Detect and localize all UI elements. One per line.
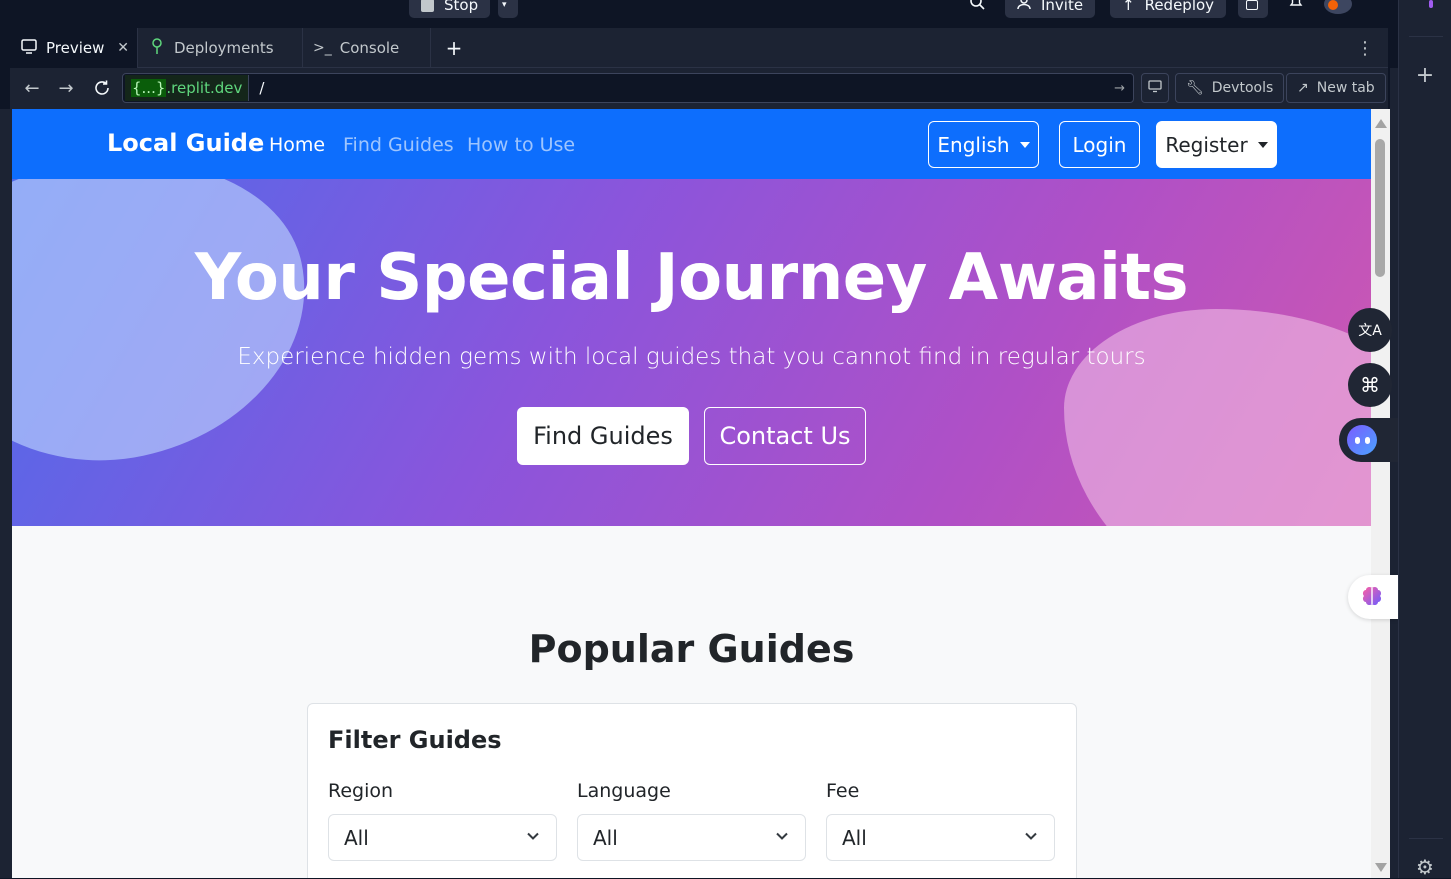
site-brand[interactable]: Local Guide bbox=[107, 129, 264, 157]
assistant-face-icon bbox=[1347, 425, 1377, 455]
right-gutter: + ⚙ bbox=[1398, 0, 1451, 879]
fee-label: Fee bbox=[826, 780, 860, 802]
tab-console[interactable]: >_ Console bbox=[303, 28, 431, 68]
stop-icon bbox=[421, 0, 434, 12]
nav-find-guides[interactable]: Find Guides bbox=[343, 134, 454, 156]
scroll-up-icon[interactable] bbox=[1375, 119, 1387, 128]
add-pane-icon[interactable]: + bbox=[1413, 63, 1437, 88]
device-toggle-button[interactable] bbox=[1141, 73, 1169, 103]
tab-label: Preview bbox=[46, 39, 105, 57]
hero-subtitle: Experience hidden gems with local guides… bbox=[237, 344, 1146, 370]
divider bbox=[1409, 36, 1443, 37]
url-path: / bbox=[259, 79, 265, 97]
divider bbox=[1409, 838, 1443, 839]
reload-icon[interactable] bbox=[90, 76, 114, 100]
register-dropdown[interactable]: Register bbox=[1156, 121, 1277, 168]
scroll-thumb[interactable] bbox=[1375, 139, 1385, 277]
url-host: {...} .replit.dev bbox=[125, 75, 250, 101]
caret-down-icon bbox=[1257, 141, 1268, 148]
language-dropdown[interactable]: English bbox=[928, 121, 1039, 168]
redeploy-button[interactable]: ↑ Redeploy bbox=[1110, 0, 1227, 18]
preview-toolbar: ← → {...} .replit.dev / → 🔧︎ Devtools ↗ N… bbox=[10, 68, 1388, 109]
tab-label: Deployments bbox=[174, 39, 274, 57]
decorative-blob bbox=[12, 179, 334, 497]
nav-how-to-use[interactable]: How to Use bbox=[467, 134, 575, 156]
preview-scrollbar[interactable] bbox=[1371, 109, 1390, 878]
translate-icon: 文A bbox=[1358, 323, 1382, 339]
wrench-icon: 🔧︎ bbox=[1186, 80, 1204, 96]
deploy-status-button[interactable] bbox=[1238, 0, 1268, 18]
chevron-down-icon: ▾ bbox=[502, 0, 507, 10]
translate-widget-button[interactable]: 文A bbox=[1348, 308, 1392, 352]
language-select[interactable]: All bbox=[577, 814, 806, 861]
preview-viewport: Local Guide Home Find Guides How to Use … bbox=[12, 109, 1371, 878]
nav-home[interactable]: Home bbox=[269, 134, 325, 156]
find-guides-button[interactable]: Find Guides bbox=[517, 407, 689, 465]
region-label: Region bbox=[328, 780, 394, 802]
fee-select[interactable]: All bbox=[826, 814, 1055, 861]
brain-widget-button[interactable] bbox=[1348, 575, 1398, 619]
close-icon[interactable]: ✕ bbox=[117, 40, 129, 56]
chevron-down-icon bbox=[776, 832, 788, 840]
go-arrow-icon[interactable]: → bbox=[1114, 81, 1125, 96]
square-icon bbox=[1246, 0, 1258, 10]
command-widget-button[interactable]: ⌘ bbox=[1348, 363, 1392, 407]
back-icon[interactable]: ← bbox=[20, 76, 44, 100]
forward-icon[interactable]: → bbox=[54, 76, 78, 100]
terminal-icon: >_ bbox=[313, 40, 332, 56]
region-select[interactable]: All bbox=[328, 814, 557, 861]
contact-us-button[interactable]: Contact Us bbox=[704, 407, 866, 465]
devtools-button[interactable]: 🔧︎ Devtools bbox=[1175, 73, 1285, 103]
monitor-icon bbox=[20, 37, 38, 59]
chevron-down-icon bbox=[527, 832, 539, 840]
gear-icon[interactable]: ⚙ bbox=[1413, 855, 1437, 879]
pane-tabs: Preview ✕ Deployments >_ Console + ⋮ bbox=[10, 28, 1388, 68]
tab-deployments[interactable]: Deployments bbox=[138, 28, 303, 68]
language-label: Language bbox=[577, 780, 671, 802]
notification-dot bbox=[1328, 0, 1338, 10]
decorative-blob bbox=[1064, 309, 1371, 526]
screen-icon bbox=[1148, 79, 1162, 97]
caret-down-icon bbox=[1019, 141, 1030, 148]
chevron-down-icon bbox=[1025, 832, 1037, 840]
pane-frame-right bbox=[1390, 68, 1398, 878]
login-button[interactable]: Login bbox=[1059, 121, 1140, 168]
workspace-header: Stop ▾ Invite ↑ Redeploy bbox=[0, 0, 1398, 28]
active-indicator bbox=[1429, 0, 1433, 8]
filter-card: Filter Guides Region All Language All Fe… bbox=[307, 703, 1077, 878]
external-link-icon: ↗ bbox=[1297, 80, 1309, 96]
bell-icon[interactable] bbox=[1286, 0, 1306, 12]
tab-preview[interactable]: Preview ✕ bbox=[10, 28, 138, 68]
search-icon[interactable] bbox=[967, 0, 987, 12]
scroll-down-icon[interactable] bbox=[1375, 863, 1387, 872]
invite-button[interactable]: Invite bbox=[1005, 0, 1096, 18]
more-options-icon[interactable]: ⋮ bbox=[1356, 28, 1374, 68]
upload-icon: ↑ bbox=[1122, 0, 1135, 14]
add-tab-button[interactable]: + bbox=[442, 28, 466, 68]
deployments-icon bbox=[148, 37, 166, 59]
assistant-widget-button[interactable] bbox=[1339, 418, 1398, 462]
user-icon bbox=[1017, 0, 1031, 14]
filter-title: Filter Guides bbox=[328, 726, 502, 754]
new-tab-button[interactable]: ↗ New tab bbox=[1286, 73, 1386, 103]
hero-section: Your Special Journey Awaits Experience h… bbox=[12, 179, 1371, 526]
url-input[interactable]: {...} .replit.dev / → bbox=[122, 73, 1134, 103]
tab-label: Console bbox=[339, 39, 400, 57]
hero-title: Your Special Journey Awaits bbox=[194, 241, 1189, 315]
brain-icon bbox=[1362, 586, 1382, 606]
pane-frame-left bbox=[0, 109, 12, 878]
stop-button[interactable]: Stop bbox=[409, 0, 491, 18]
section-title: Popular Guides bbox=[528, 627, 855, 671]
site-navbar: Local Guide Home Find Guides How to Use … bbox=[12, 109, 1371, 179]
command-icon: ⌘ bbox=[1360, 373, 1380, 397]
stop-options-button[interactable]: ▾ bbox=[498, 0, 518, 18]
